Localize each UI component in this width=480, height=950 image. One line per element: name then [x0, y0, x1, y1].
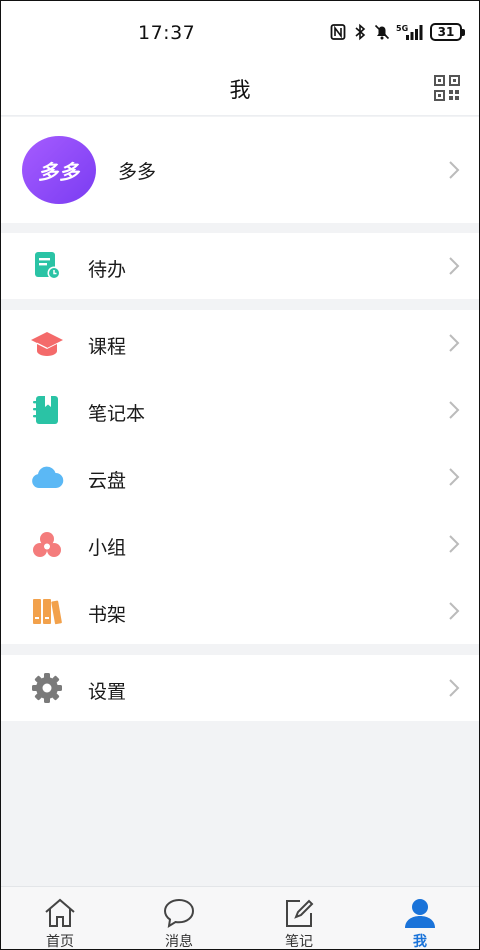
chevron-right-icon [449, 602, 460, 620]
menu-label-cloud: 云盘 [88, 470, 127, 492]
tab-messages[interactable]: 消息 [139, 887, 219, 950]
notebook-icon [33, 396, 58, 424]
profile-card[interactable]: 多多 多多 [0, 117, 480, 223]
chevron-right-icon [449, 679, 460, 697]
menu-label-todo: 待办 [88, 259, 127, 281]
menu-label-bookshelf: 书架 [88, 604, 127, 626]
group-icon [33, 532, 61, 557]
avatar[interactable]: 多多 [22, 136, 96, 204]
menu-item-settings[interactable]: 设置 [0, 655, 480, 721]
todo-section: 待办 [0, 233, 480, 299]
chevron-right-icon [449, 161, 460, 179]
menu-label-settings: 设置 [88, 681, 127, 703]
profile-icon [405, 899, 435, 928]
menu-item-bookshelf[interactable]: 书架 [0, 578, 480, 644]
network-label: 5G [396, 24, 408, 33]
note-edit-icon [286, 899, 314, 927]
nfc-icon [330, 24, 346, 40]
menu-item-group[interactable]: 小组 [0, 511, 480, 577]
page-header: 我 [0, 62, 480, 116]
cloud-icon [32, 466, 64, 488]
bottom-tab-bar: 首页 消息 笔记 我 [0, 886, 480, 950]
tab-label-notes: 笔记 [285, 934, 313, 950]
home-icon [45, 898, 75, 927]
tab-label-me: 我 [413, 934, 427, 950]
qr-code-icon[interactable] [434, 75, 460, 101]
tab-label-messages: 消息 [165, 934, 193, 950]
tab-home[interactable]: 首页 [20, 887, 100, 950]
menu-item-notebook[interactable]: 笔记本 [0, 377, 480, 443]
menu-item-cloud[interactable]: 云盘 [0, 444, 480, 510]
menu-label-course: 课程 [88, 336, 127, 358]
status-time: 17:37 [138, 22, 196, 44]
status-bar: 17:37 5G 31 [0, 0, 480, 62]
signal-icon: 5G [396, 24, 423, 40]
page-title: 我 [229, 78, 251, 102]
settings-section: 设置 [0, 655, 480, 721]
bluetooth-icon [355, 23, 366, 41]
chevron-right-icon [449, 334, 460, 352]
todo-icon [35, 252, 61, 280]
menu-label-notebook: 笔记本 [88, 403, 146, 425]
profile-name: 多多 [118, 161, 157, 183]
menu-label-group: 小组 [88, 537, 127, 559]
chevron-right-icon [449, 535, 460, 553]
course-icon [31, 332, 63, 356]
status-icons: 5G 31 [330, 22, 465, 42]
mute-icon [374, 24, 390, 40]
tab-me[interactable]: 我 [380, 887, 460, 950]
menu-item-course[interactable]: 课程 [0, 310, 480, 376]
chevron-right-icon [449, 257, 460, 275]
chevron-right-icon [449, 468, 460, 486]
menu-item-todo[interactable]: 待办 [0, 233, 480, 299]
chevron-right-icon [449, 401, 460, 419]
tab-label-home: 首页 [46, 934, 74, 950]
message-icon [163, 898, 195, 928]
tab-notes[interactable]: 笔记 [259, 887, 339, 950]
main-menu-section: 课程 笔记本 云盘 小组 书架 [0, 310, 480, 644]
bookshelf-icon [33, 599, 62, 625]
settings-icon [32, 673, 62, 703]
battery-icon: 31 [430, 23, 465, 41]
